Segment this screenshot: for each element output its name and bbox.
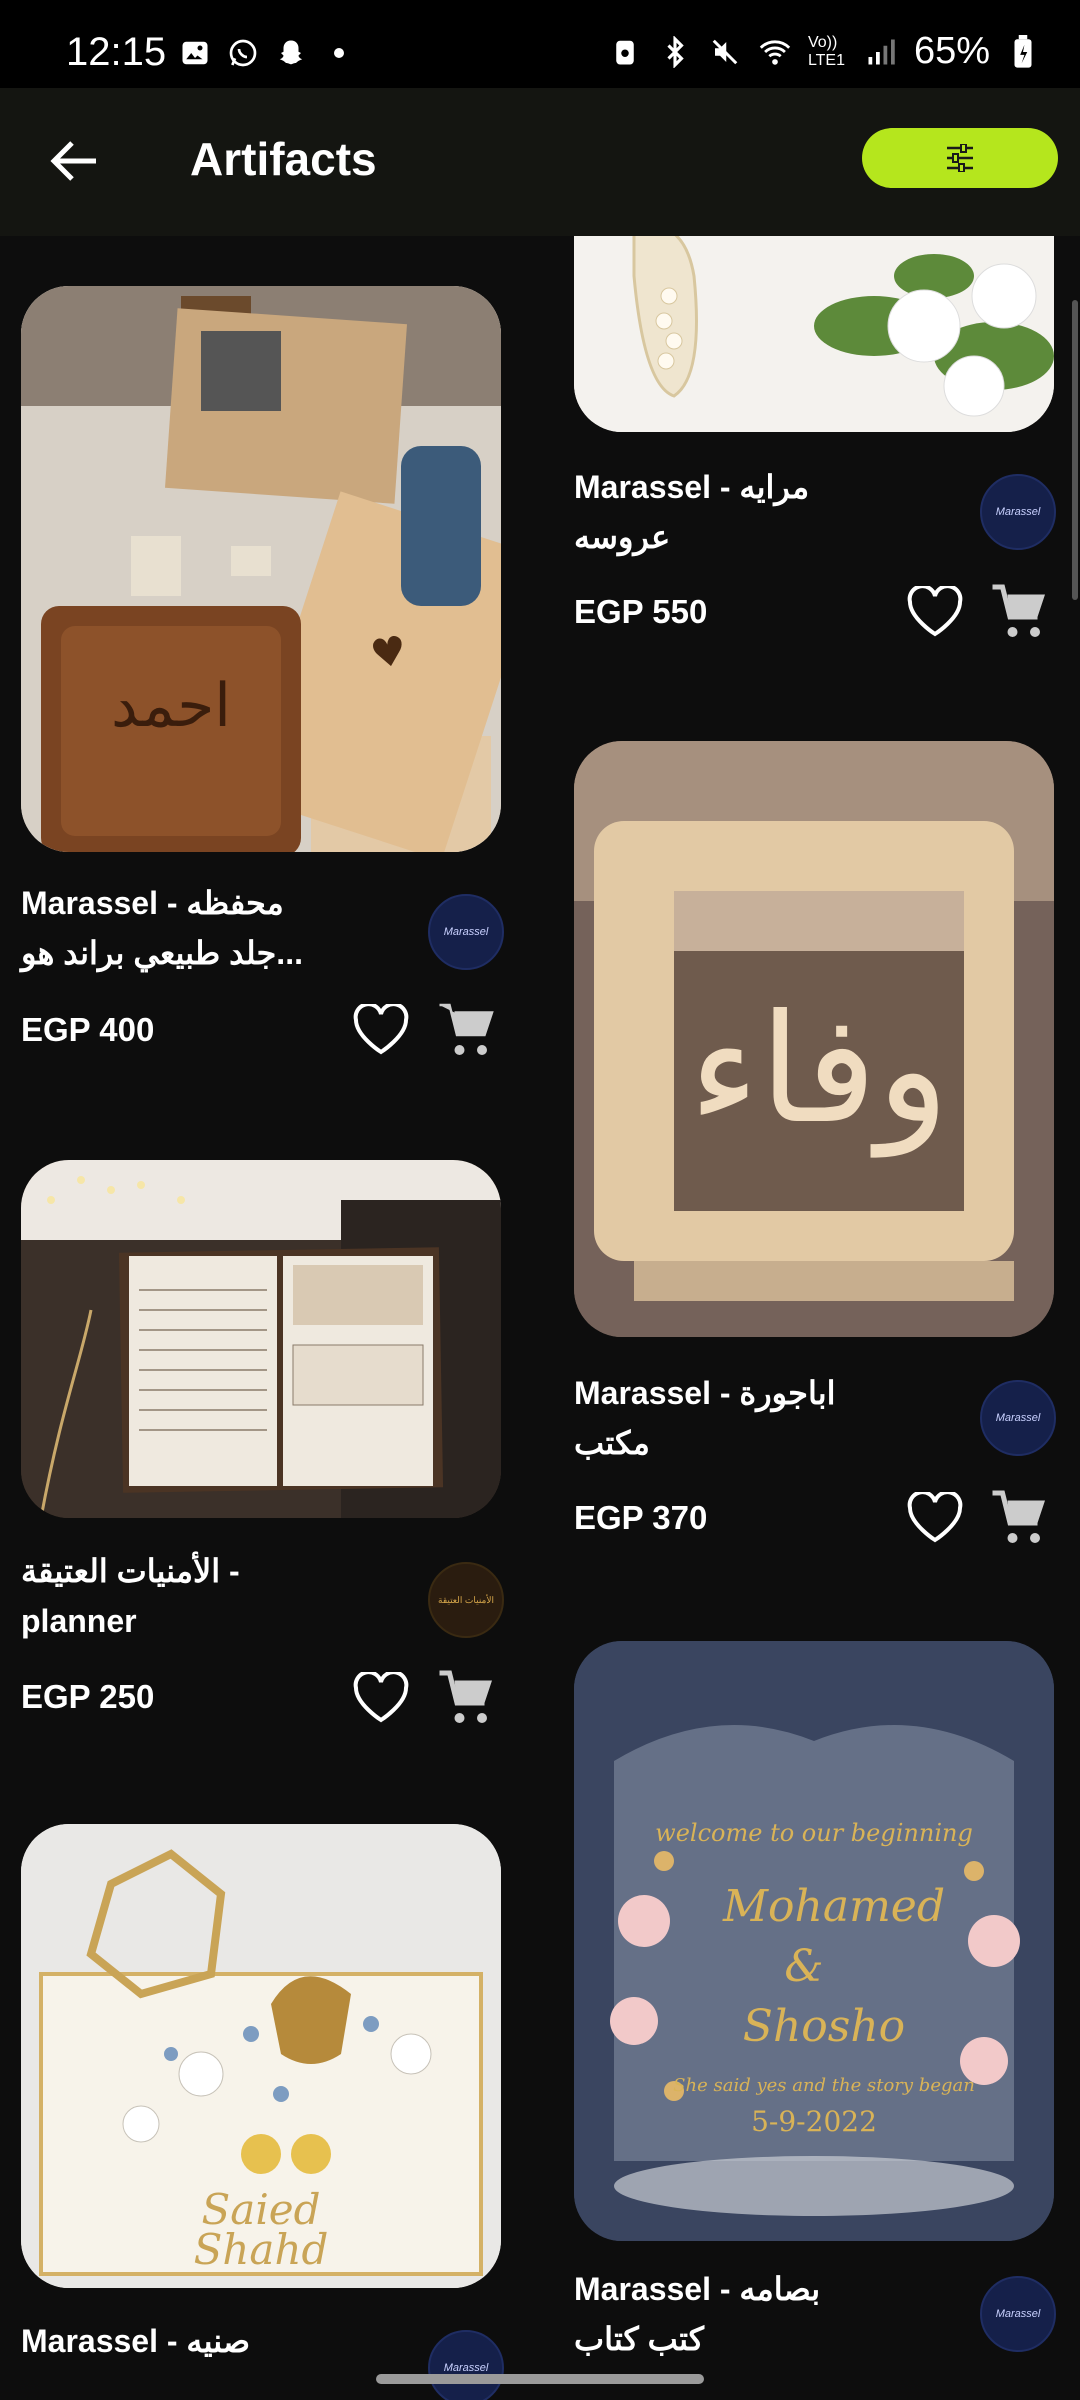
product-title-planner[interactable]: الأمنيات العتيقة - <box>21 1546 240 1596</box>
cart-icon <box>992 584 1045 637</box>
filter-button[interactable] <box>862 128 1058 188</box>
whatsapp-icon <box>226 36 260 70</box>
product-card-tray[interactable]: Saied Shahd Marassel - صنيه Marassel <box>0 1816 540 2400</box>
heart-icon <box>353 1670 409 1723</box>
product-title-wallet[interactable]: Marassel - محفظه <box>21 878 284 928</box>
favorite-button[interactable] <box>352 1002 410 1056</box>
product-image-plaque[interactable]: welcome to our beginning Mohamed & Shosh… <box>574 1641 1054 2241</box>
product-card-lamp[interactable]: وفاء Marassel - اباجورة مكتب Marassel EG… <box>540 736 1080 1556</box>
home-indicator[interactable] <box>376 2374 704 2384</box>
sliders-icon <box>947 144 973 172</box>
product-image-tray[interactable]: Saied Shahd <box>21 1824 501 2288</box>
heart-icon <box>907 1490 963 1543</box>
notification-icons <box>178 36 356 70</box>
product-card-mirror[interactable]: Marassel - مرايه عروسه Marassel EGP 550 <box>540 236 1080 656</box>
product-title-tray[interactable]: Marassel - صنيه <box>21 2316 250 2366</box>
lamp-engraving: وفاء <box>689 983 949 1158</box>
status-time: 12:15 <box>66 30 167 74</box>
back-button[interactable] <box>44 128 104 194</box>
battery-saver-icon <box>608 35 642 69</box>
bluetooth-icon <box>658 35 692 69</box>
seller-avatar-label: الأمنيات العتيقة <box>438 1594 494 1605</box>
mute-icon <box>708 35 742 69</box>
seller-avatar[interactable]: Marassel <box>980 2276 1056 2352</box>
product-price-planner: EGP 250 <box>21 1678 155 1715</box>
system-status: Vo)) LTE1 65% <box>608 30 1040 73</box>
product-image-lamp[interactable]: وفاء <box>574 741 1054 1337</box>
seller-avatar[interactable]: Marassel <box>428 894 504 970</box>
scrollbar[interactable] <box>1072 300 1078 600</box>
network-label: Vo)) LTE1 <box>807 33 845 69</box>
product-subtitle-wallet[interactable]: جلد طبيعي براند هو... <box>21 928 303 978</box>
product-subtitle-plaque[interactable]: كتب كتاب <box>574 2314 704 2364</box>
tray-name-2: Shahd <box>194 2225 329 2274</box>
wallet-engraving: احمد <box>111 671 231 741</box>
product-image-planner[interactable] <box>21 1160 501 1518</box>
wifi-icon <box>758 35 792 69</box>
cart-icon <box>439 1003 494 1055</box>
battery-icon <box>1006 34 1040 69</box>
product-subtitle-planner[interactable]: planner <box>21 1596 137 1646</box>
plaque-welcome: welcome to our beginning <box>655 1819 973 1847</box>
seller-avatar-label: Marassel <box>995 1412 1041 1424</box>
product-title-lamp[interactable]: Marassel - اباجورة <box>574 1368 836 1418</box>
seller-avatar[interactable]: Marassel <box>980 474 1056 550</box>
product-image-mirror[interactable] <box>574 236 1054 432</box>
snapchat-icon <box>274 36 308 70</box>
seller-avatar-label: Marassel <box>443 926 489 938</box>
page-title: Artifacts <box>190 133 377 185</box>
app-bar: Artifacts <box>0 88 1080 236</box>
seller-avatar-label: Marassel <box>995 2308 1041 2320</box>
product-subtitle-mirror[interactable]: عروسه <box>574 512 670 562</box>
add-to-cart-button[interactable] <box>990 1488 1050 1548</box>
product-price-mirror: EGP 550 <box>574 593 708 630</box>
product-title-plaque[interactable]: Marassel - بصامه <box>574 2264 820 2314</box>
status-bar: 12:15 Vo)) LTE1 65% <box>0 0 1080 88</box>
signal-icon <box>864 35 898 69</box>
product-card-planner[interactable]: الأمنيات العتيقة - planner الأمنيات العت… <box>0 1146 540 1766</box>
plaque-name-1: Mohamed <box>722 1881 945 1932</box>
cart-icon <box>439 1670 492 1723</box>
product-price-lamp: EGP 370 <box>574 1499 708 1536</box>
favorite-button[interactable] <box>906 1490 964 1544</box>
plaque-date: 5-9-2022 <box>751 2105 877 2138</box>
favorite-button[interactable] <box>352 1670 410 1724</box>
seller-avatar[interactable]: الأمنيات العتيقة <box>428 1562 504 1638</box>
cart-icon <box>992 1490 1045 1543</box>
product-price-wallet: EGP 400 <box>21 1011 155 1048</box>
product-card-wallet[interactable]: احمد ♥ Marassel - محفظه جلد طبيعي براند … <box>0 236 540 1066</box>
battery-percent: 65% <box>913 30 990 72</box>
product-title-mirror[interactable]: Marassel - مرايه <box>574 462 809 512</box>
plaque-tagline: She said yes and the story began <box>673 2075 975 2096</box>
seller-avatar[interactable]: Marassel <box>980 1380 1056 1456</box>
product-image-wallet[interactable]: احمد ♥ <box>21 286 501 852</box>
heart-icon <box>907 584 963 637</box>
gallery-icon <box>178 36 212 70</box>
favorite-button[interactable] <box>906 584 964 638</box>
add-to-cart-button[interactable] <box>990 582 1050 642</box>
more-notifications-icon <box>322 36 356 70</box>
add-to-cart-button[interactable] <box>437 1000 497 1060</box>
plaque-name-2: Shosho <box>743 2001 905 2052</box>
seller-avatar-label: Marassel <box>443 2362 489 2374</box>
product-grid[interactable]: احمد ♥ Marassel - محفظه جلد طبيعي براند … <box>0 236 1080 2400</box>
arrow-left-icon <box>50 141 96 181</box>
heart-icon <box>353 1002 409 1055</box>
add-to-cart-button[interactable] <box>437 1668 497 1728</box>
seller-avatar[interactable]: Marassel <box>428 2330 504 2400</box>
plaque-ampersand: & <box>784 1941 823 1992</box>
product-subtitle-lamp[interactable]: مكتب <box>574 1418 650 1468</box>
product-card-plaque[interactable]: welcome to our beginning Mohamed & Shosh… <box>540 1636 1080 2400</box>
seller-avatar-label: Marassel <box>995 506 1041 518</box>
